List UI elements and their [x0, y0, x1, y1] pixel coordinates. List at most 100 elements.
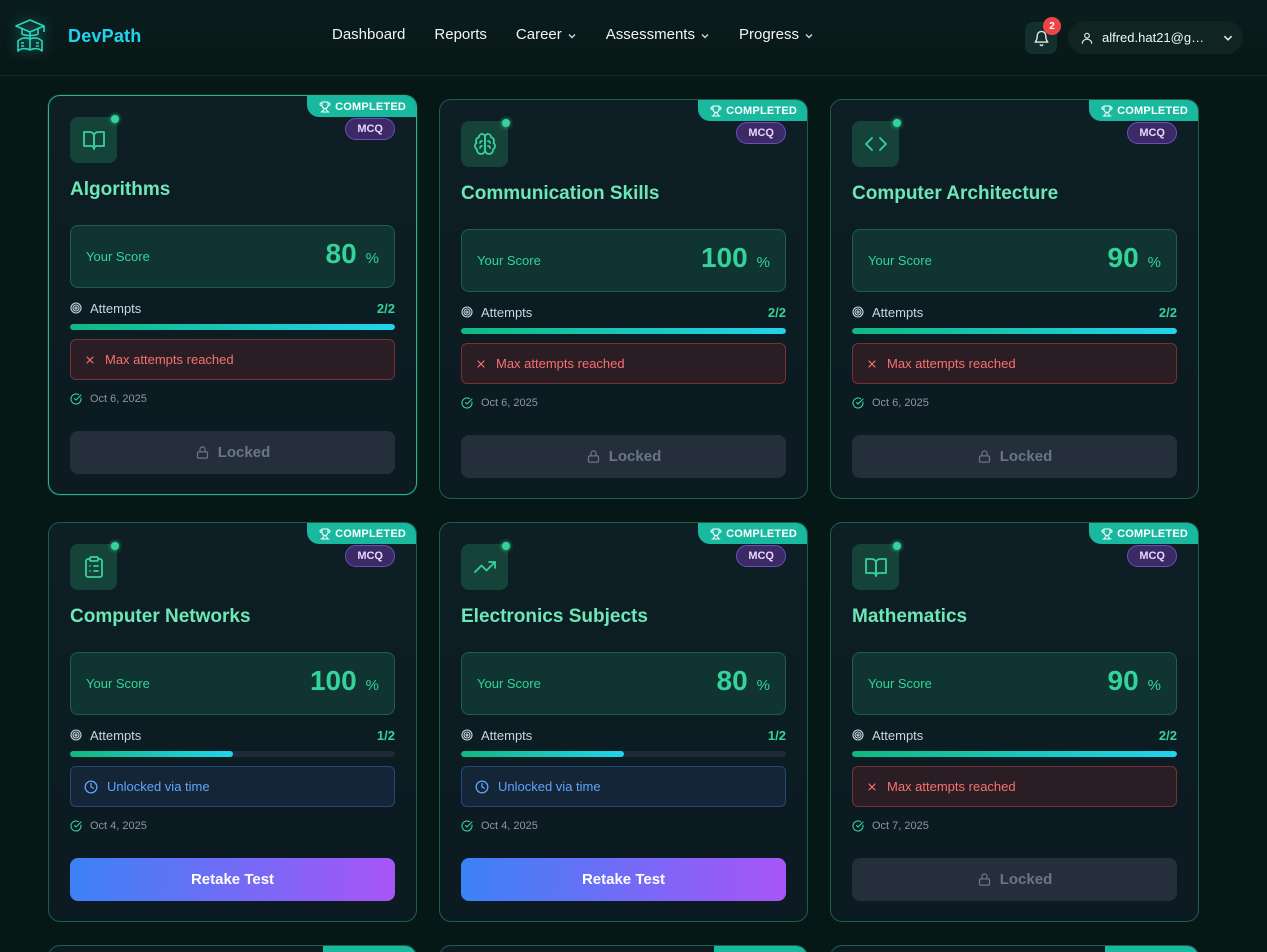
retake-test-button[interactable]: Retake Test	[70, 858, 395, 901]
score-value: 90 %	[1108, 242, 1162, 274]
status-box: Max attempts reached	[461, 343, 786, 384]
attempts-label-group: Attempts	[70, 301, 141, 316]
score-box: Your Score 100 %	[70, 652, 395, 715]
target-icon	[70, 302, 82, 314]
status-dot	[111, 542, 119, 550]
attempts-progress-bar	[70, 324, 395, 330]
score-value: 80 %	[326, 238, 380, 270]
assessment-card-computer-architecture: COMPLETED MCQ Computer Architecture Your…	[830, 99, 1199, 499]
status-text: Unlocked via time	[498, 779, 601, 794]
locked-label: Locked	[999, 871, 1053, 888]
subject-icon-box	[70, 544, 117, 590]
subject-icon-box	[461, 544, 508, 590]
nav-dashboard-label: Dashboard	[332, 26, 406, 43]
score-value: 100 %	[310, 665, 379, 697]
locked-label: Locked	[217, 444, 271, 461]
score-box: Your Score 100 %	[461, 229, 786, 292]
x-icon	[475, 358, 487, 370]
subject-icon-box	[70, 117, 117, 163]
target-icon	[852, 729, 864, 741]
attempts-progress-fill	[461, 328, 786, 334]
lock-icon	[196, 446, 208, 459]
attempts-row: Attempts 2/2	[852, 303, 1177, 321]
completed-label: COMPLETED	[726, 104, 797, 117]
status-box: Unlocked via time	[70, 766, 395, 807]
attempts-count: 1/2	[767, 727, 786, 743]
locked-button: Locked	[852, 435, 1177, 478]
target-icon	[461, 306, 473, 318]
score-box: Your Score 80 %	[70, 225, 395, 288]
score-label: Your Score	[86, 249, 150, 264]
assessment-card-electronics-subjects: COMPLETED MCQ Electronics Subjects Your …	[439, 522, 808, 922]
score-percent-sign: %	[1147, 254, 1161, 271]
retake-test-button[interactable]: Retake Test	[461, 858, 786, 901]
mcq-badge: MCQ	[345, 118, 395, 140]
attempts-label: Attempts	[481, 727, 533, 743]
brain-icon	[473, 133, 496, 155]
attempts-row: Attempts 2/2	[70, 299, 395, 317]
attempts-label-group: Attempts	[70, 728, 141, 743]
score-number: 80	[325, 238, 357, 269]
trophy-icon	[1101, 105, 1113, 116]
attempts-progress-fill	[852, 328, 1177, 334]
status-text: Max attempts reached	[887, 779, 1016, 794]
completed-label: COMPLETED	[726, 527, 797, 540]
attempts-count: 2/2	[1158, 304, 1177, 320]
status-dot	[111, 115, 119, 123]
chevron-down-icon	[701, 33, 709, 38]
completed-badge: COMPLETED	[698, 523, 807, 544]
lock-icon	[587, 450, 599, 463]
retake-label: Retake Test	[190, 871, 275, 888]
score-number: 80	[716, 665, 748, 696]
attempts-label-group: Attempts	[852, 305, 923, 320]
nav-progress[interactable]: Progress	[739, 26, 814, 43]
attempts-count: 2/2	[767, 304, 786, 320]
nav-career[interactable]: Career	[516, 26, 577, 43]
completion-date: Oct 4, 2025	[481, 820, 538, 832]
user-menu[interactable]: alfred.hat21@gmail.com	[1068, 21, 1243, 54]
card-title: Computer Architecture	[852, 183, 1059, 204]
nav-assessments[interactable]: Assessments	[606, 26, 710, 43]
completed-badge: COMPLETED	[1105, 946, 1198, 952]
score-number: 90	[1107, 665, 1139, 696]
locked-button: Locked	[70, 431, 395, 474]
completion-date: Oct 6, 2025	[481, 397, 538, 409]
attempts-progress-bar	[461, 751, 786, 757]
check-circle-icon	[852, 820, 864, 832]
trophy-icon	[710, 528, 722, 539]
score-percent-sign: %	[756, 677, 770, 694]
status-dot	[893, 542, 901, 550]
completion-date-row: Oct 4, 2025	[70, 820, 147, 832]
nav-dashboard[interactable]: Dashboard	[332, 26, 405, 43]
completed-badge: COMPLETED	[1089, 100, 1198, 121]
assessment-card-partial: COMPLETED	[830, 945, 1199, 952]
completed-badge: COMPLETED	[714, 946, 807, 952]
status-box: Unlocked via time	[461, 766, 786, 807]
completed-badge: COMPLETED	[1089, 523, 1198, 544]
mcq-badge: MCQ	[1127, 122, 1177, 144]
score-box: Your Score 90 %	[852, 652, 1177, 715]
locked-button: Locked	[461, 435, 786, 478]
completion-date: Oct 7, 2025	[872, 820, 929, 832]
main-nav: Dashboard Reports Career Assessments Pro…	[332, 26, 843, 43]
x-icon	[866, 781, 878, 793]
completion-date: Oct 6, 2025	[90, 393, 147, 405]
notification-count-badge: 2	[1043, 17, 1061, 35]
attempts-count: 2/2	[1158, 727, 1177, 743]
clock-icon	[475, 780, 489, 794]
status-dot	[893, 119, 901, 127]
mcq-badge: MCQ	[736, 545, 786, 567]
nav-career-label: Career	[515, 26, 562, 43]
attempts-label-group: Attempts	[852, 728, 923, 743]
score-label: Your Score	[86, 676, 150, 691]
assessment-card-algorithms: COMPLETED MCQ Algorithms Your Score 80 %…	[48, 95, 417, 495]
status-box: Max attempts reached	[852, 343, 1177, 384]
completion-date-row: Oct 6, 2025	[70, 393, 147, 405]
score-label: Your Score	[477, 676, 541, 691]
nav-reports[interactable]: Reports	[434, 26, 487, 43]
completed-badge: COMPLETED	[307, 96, 416, 117]
completion-date-row: Oct 4, 2025	[461, 820, 538, 832]
completed-label: COMPLETED	[335, 527, 406, 540]
trophy-icon	[319, 528, 331, 539]
brand[interactable]: DevPath	[12, 16, 141, 56]
